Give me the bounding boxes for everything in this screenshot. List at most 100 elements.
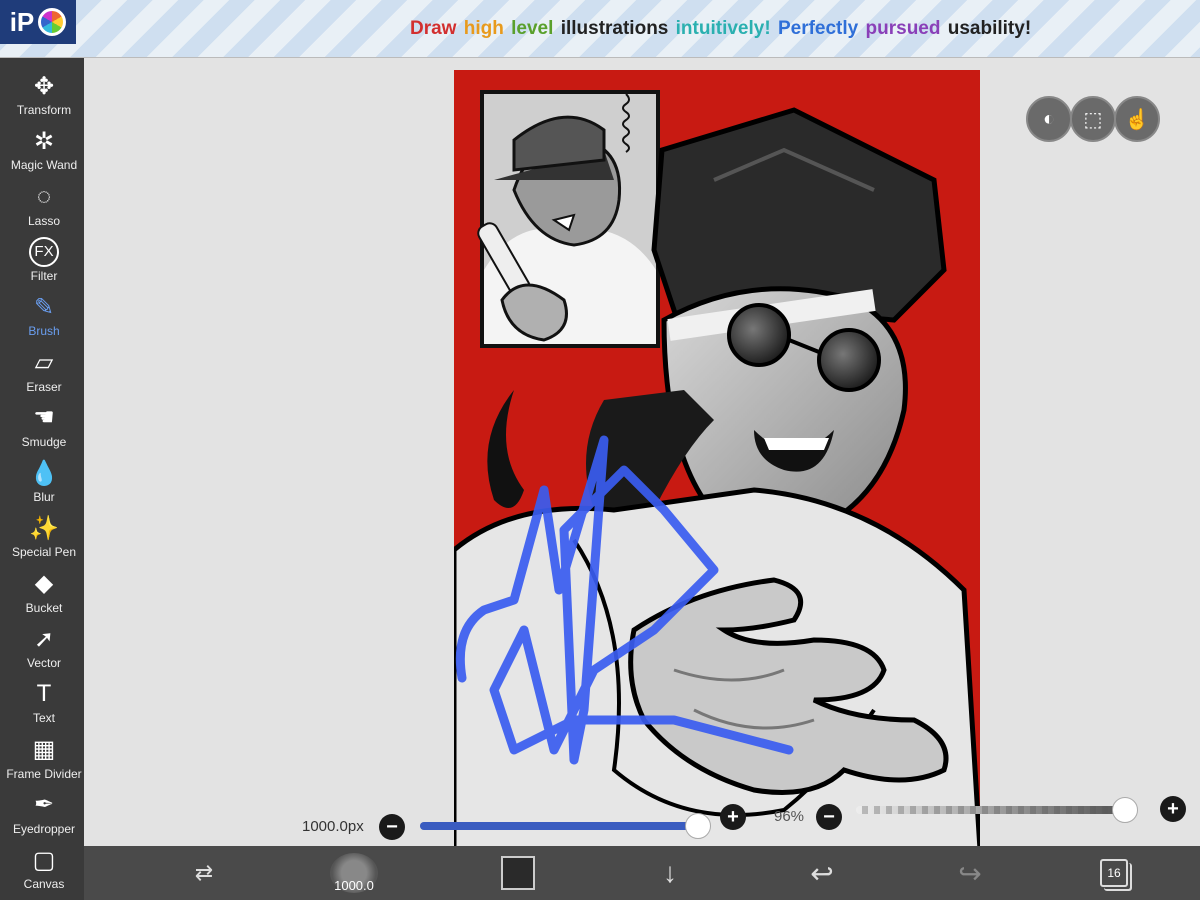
- tool-canvas[interactable]: ▢ Canvas: [4, 836, 84, 892]
- tool-label: Magic Wand: [10, 158, 78, 173]
- banner-word: pursued: [865, 18, 941, 39]
- tool-label: Smudge: [21, 434, 67, 449]
- canvas-icon: ▢: [32, 846, 56, 874]
- brush-size-label: 1000.0px: [302, 818, 364, 835]
- size-slider-knob[interactable]: [685, 813, 712, 839]
- text-icon: T: [36, 680, 52, 708]
- brush-slider-row: 1000.0px − + 96% − +: [84, 796, 1200, 846]
- eraser-icon: ▱: [34, 349, 54, 376]
- tool-transform[interactable]: ✥ Transform: [4, 62, 84, 118]
- layers-count: 16: [1107, 866, 1121, 880]
- tool-smudge[interactable]: ☚ Smudge: [4, 394, 84, 449]
- swap-brush-icon: ⇄: [194, 860, 214, 885]
- selection-icon: ⬚: [1083, 108, 1103, 131]
- brush-preview-size: 1000.0: [334, 878, 374, 893]
- tool-bucket[interactable]: ◆ Bucket: [4, 560, 84, 615]
- brush-icon: ✎: [33, 293, 55, 321]
- tool-blur[interactable]: 💧 Blur: [4, 449, 84, 505]
- redo-icon: ↪: [958, 857, 982, 889]
- tool-label: Transform: [16, 103, 72, 117]
- tool-eyedropper[interactable]: ✒ Eyedropper: [4, 781, 84, 836]
- banner-word: intuitively!: [675, 18, 771, 39]
- app-logo-text: iP: [9, 6, 35, 37]
- tool-vector[interactable]: ➚ Vector: [4, 615, 84, 671]
- opacity-increase-button[interactable]: +: [1160, 796, 1186, 822]
- tool-label: Blur: [33, 490, 55, 505]
- ad-banner[interactable]: iP Draw high level illustrations intuiti…: [0, 0, 1200, 58]
- banner-word: level: [511, 18, 554, 39]
- tool-label: Vector: [26, 656, 62, 670]
- tool-swap-button[interactable]: ⇄: [174, 852, 234, 894]
- tool-label: Special Pen: [11, 545, 77, 560]
- inset-panel: [477, 90, 660, 348]
- artwork-illustration: [454, 70, 980, 850]
- left-toolbar: ✥ Transform ✲ Magic Wand ◌ Lasso FX Filter ✎ Brus…: [0, 58, 84, 900]
- undo-button[interactable]: ↩: [792, 852, 852, 894]
- toggle-icon: ◐: [1042, 107, 1056, 130]
- brush-preview: 1000.0: [330, 853, 378, 893]
- tool-filter[interactable]: FX Filter: [4, 228, 84, 283]
- size-slider-track[interactable]: [420, 822, 710, 830]
- toggle-settings-button[interactable]: ◐: [1026, 96, 1072, 142]
- touch-button[interactable]: ☝: [1114, 96, 1160, 142]
- undo-icon: ↩: [810, 857, 834, 889]
- size-increase-button[interactable]: +: [720, 804, 746, 830]
- minus-icon: −: [823, 806, 835, 828]
- download-button[interactable]: ↓: [640, 852, 700, 894]
- tool-label: Frame Divider: [6, 766, 82, 781]
- banner-slogan: Draw high level illustrations intuitivel…: [410, 18, 1033, 40]
- frame-divider-icon: ▦: [32, 736, 56, 764]
- tool-label: Eyedropper: [12, 821, 76, 836]
- layers-button[interactable]: 16: [1084, 852, 1144, 894]
- color-wheel-icon: [38, 8, 67, 36]
- arrow-down-icon: ↓: [663, 857, 677, 888]
- brush-preview-button[interactable]: 1000.0: [324, 852, 384, 894]
- tool-magic-wand[interactable]: ✲ Magic Wand: [4, 117, 84, 173]
- plus-icon: +: [727, 806, 739, 828]
- fx-icon: FX: [29, 236, 59, 267]
- tool-text[interactable]: T Text: [4, 670, 84, 725]
- redo-button[interactable]: ↪: [940, 852, 1000, 894]
- banner-word: illustrations: [560, 18, 669, 39]
- opacity-decrease-button[interactable]: −: [816, 804, 842, 830]
- layers-icon: 16: [1100, 859, 1128, 887]
- tool-eraser[interactable]: ▱ Eraser: [4, 339, 84, 394]
- hand-touch-icon: ☝: [1124, 108, 1150, 131]
- artboard[interactable]: [454, 70, 980, 850]
- tool-special-pen[interactable]: ✨ Special Pen: [4, 504, 84, 560]
- bucket-icon: ◆: [34, 570, 54, 598]
- smudge-icon: ☚: [33, 404, 55, 432]
- tool-label: Eraser: [26, 379, 62, 394]
- tool-label: Bucket: [25, 600, 63, 615]
- bottom-toolbar: ⇄ 1000.0 ↓ ↩ ↪ 16: [84, 846, 1200, 900]
- banner-word: high: [463, 18, 504, 39]
- banner-word: Draw: [410, 18, 457, 39]
- color-button[interactable]: [488, 852, 548, 894]
- size-decrease-button[interactable]: −: [379, 814, 405, 840]
- tool-label: Filter: [30, 268, 58, 283]
- tool-label: Lasso: [27, 213, 61, 228]
- app-logo: iP: [0, 0, 76, 44]
- tool-frame-divider[interactable]: ▦ Frame Divider: [4, 726, 84, 781]
- ibispaint-screen: iP Draw high level illustrations intuiti…: [0, 0, 1200, 900]
- tool-label: Text: [32, 711, 55, 726]
- tool-label: Canvas: [23, 877, 65, 892]
- opacity-slider-track[interactable]: [856, 806, 1136, 814]
- selection-button[interactable]: ⬚: [1070, 96, 1116, 142]
- magic-wand-icon: ✲: [33, 127, 55, 155]
- size-slider-fill: [420, 822, 699, 830]
- tool-brush[interactable]: ✎ Brush: [4, 283, 84, 339]
- tool-label: Brush: [28, 324, 60, 339]
- banner-word: usability!: [947, 18, 1032, 39]
- tool-lasso[interactable]: ◌ Lasso: [4, 173, 84, 228]
- move-arrows-icon: ✥: [33, 72, 55, 100]
- canvas-work-area[interactable]: ◐ ⬚ ☝: [84, 58, 1200, 858]
- lasso-icon: ◌: [36, 182, 52, 210]
- opacity-slider-fill: [856, 806, 1125, 814]
- vector-cursor-icon: ➚: [33, 625, 55, 653]
- minus-icon: −: [386, 816, 398, 838]
- special-pen-icon: ✨: [29, 514, 59, 542]
- opacity-slider-knob[interactable]: [1111, 797, 1138, 823]
- blur-drop-icon: 💧: [29, 459, 59, 487]
- current-color-swatch: [501, 856, 535, 890]
